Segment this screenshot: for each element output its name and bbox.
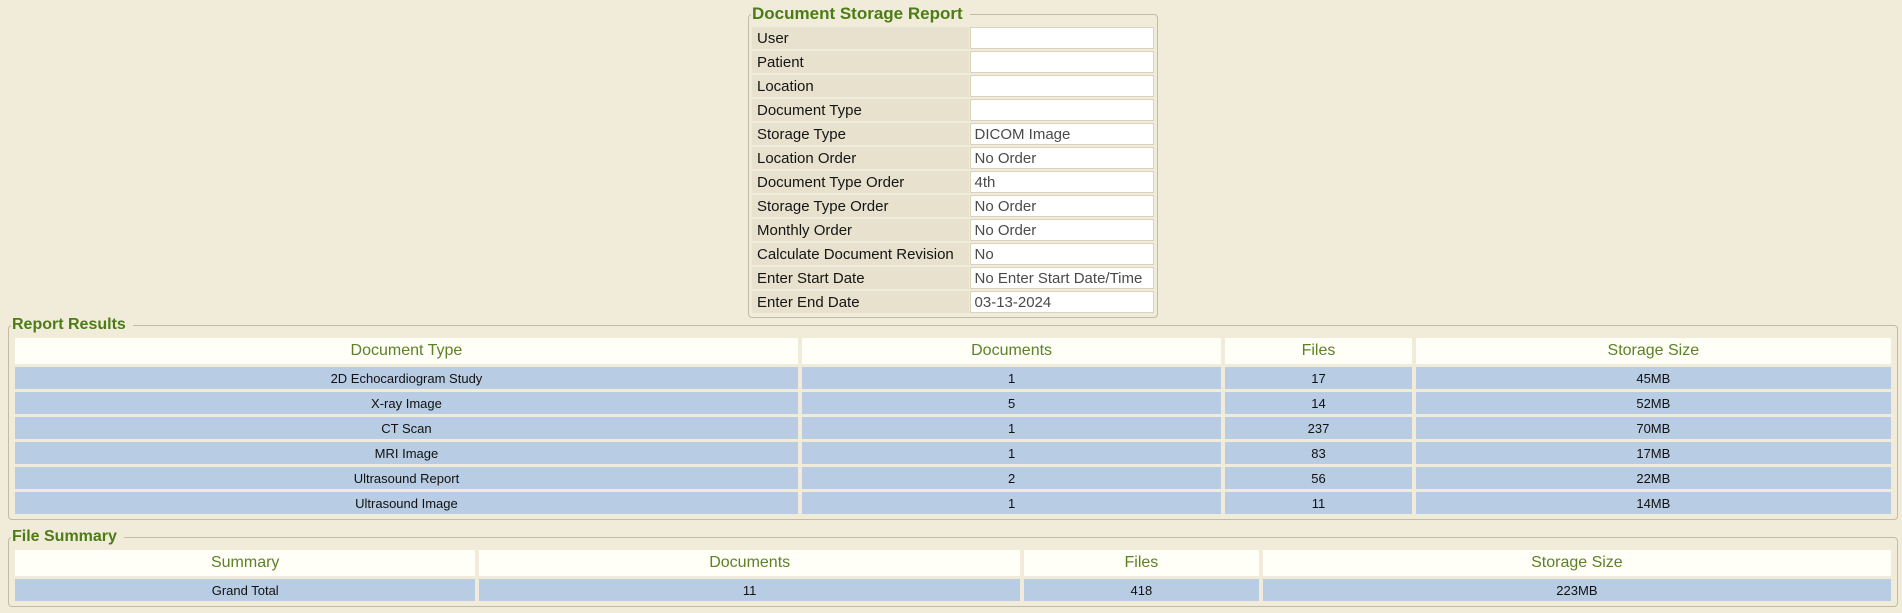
field-label-enter-end-date: Enter End Date: [752, 291, 969, 313]
file-summary-table: Summary Documents Files Storage Size Gra…: [11, 547, 1895, 604]
field-label-patient: Patient: [752, 51, 969, 73]
cell-files: 237: [1225, 417, 1411, 439]
field-label-storage-type: Storage Type: [752, 123, 969, 145]
document-storage-report-page: { "page": { "background_color": "#f1ebd9…: [0, 0, 1902, 613]
cell-summary: Grand Total: [15, 579, 475, 601]
field-value-document-type-order: 4th: [970, 171, 1154, 193]
report-results-title: Report Results: [11, 316, 133, 334]
form-field-row-storage-type-order: Storage Type Order No Order: [752, 195, 1154, 217]
summary-header-row: Summary Documents Files Storage Size: [15, 550, 1891, 576]
column-header-summary: Summary: [15, 550, 475, 576]
field-value-enter-start-date: No Enter Start Date/Time: [970, 267, 1154, 289]
field-value-storage-type-order: No Order: [970, 195, 1154, 217]
cell-files: 17: [1225, 367, 1411, 389]
form-field-row-document-type: Document Type: [752, 99, 1154, 121]
cell-storage-size: 14MB: [1416, 492, 1891, 514]
cell-document-type: 2D Echocardiogram Study: [15, 367, 798, 389]
field-value-location: [970, 75, 1154, 97]
form-field-row-storage-type: Storage Type DICOM Image: [752, 123, 1154, 145]
field-label-document-type-order: Document Type Order: [752, 171, 969, 193]
cell-documents: 1: [802, 367, 1221, 389]
results-header-row: Document Type Documents Files Storage Si…: [15, 338, 1891, 364]
cell-files: 56: [1225, 467, 1411, 489]
cell-document-type: CT Scan: [15, 417, 798, 439]
cell-files: 14: [1225, 392, 1411, 414]
column-header-documents: Documents: [802, 338, 1221, 364]
form-field-row-monthly-order: Monthly Order No Order: [752, 219, 1154, 241]
form-field-row-user: User: [752, 27, 1154, 49]
cell-storage-size: 45MB: [1416, 367, 1891, 389]
cell-documents: 1: [802, 442, 1221, 464]
cell-documents: 1: [802, 492, 1221, 514]
cell-files: 11: [1225, 492, 1411, 514]
cell-documents: 2: [802, 467, 1221, 489]
form-field-row-enter-start-date: Enter Start Date No Enter Start Date/Tim…: [752, 267, 1154, 289]
table-row: Ultrasound Report 2 56 22MB: [15, 467, 1891, 489]
field-label-calculate-document-revision: Calculate Document Revision: [752, 243, 969, 265]
field-label-monthly-order: Monthly Order: [752, 219, 969, 241]
cell-document-type: Ultrasound Image: [15, 492, 798, 514]
field-label-enter-start-date: Enter Start Date: [752, 267, 969, 289]
cell-documents: 1: [802, 417, 1221, 439]
grand-total-row: Grand Total 11 418 223MB: [15, 579, 1891, 601]
file-summary-fieldset: File Summary Summary Documents Files Sto…: [8, 528, 1898, 607]
field-value-storage-type: DICOM Image: [970, 123, 1154, 145]
field-value-user: [970, 27, 1154, 49]
form-field-row-location: Location: [752, 75, 1154, 97]
field-value-location-order: No Order: [970, 147, 1154, 169]
cell-storage-size: 22MB: [1416, 467, 1891, 489]
cell-documents: 11: [479, 579, 1020, 601]
cell-document-type: X-ray Image: [15, 392, 798, 414]
field-value-document-type: [970, 99, 1154, 121]
field-label-user: User: [752, 27, 969, 49]
column-header-storage-size: Storage Size: [1416, 338, 1891, 364]
file-summary-title: File Summary: [11, 528, 124, 546]
report-title: Document Storage Report: [751, 4, 970, 24]
column-header-document-type: Document Type: [15, 338, 798, 364]
report-parameters-fieldset: Document Storage Report User Patient Loc…: [748, 4, 1158, 318]
column-header-storage-size: Storage Size: [1263, 550, 1891, 576]
form-field-row-calculate-document-revision: Calculate Document Revision No: [752, 243, 1154, 265]
field-label-document-type: Document Type: [752, 99, 969, 121]
table-row: Ultrasound Image 1 11 14MB: [15, 492, 1891, 514]
table-row: 2D Echocardiogram Study 1 17 45MB: [15, 367, 1891, 389]
cell-storage-size: 52MB: [1416, 392, 1891, 414]
form-field-row-document-type-order: Document Type Order 4th: [752, 171, 1154, 193]
form-field-row-patient: Patient: [752, 51, 1154, 73]
cell-storage-size: 70MB: [1416, 417, 1891, 439]
form-field-row-enter-end-date: Enter End Date 03-13-2024: [752, 291, 1154, 313]
report-results-fieldset: Report Results Document Type Documents F…: [8, 316, 1898, 520]
cell-storage-size: 223MB: [1263, 579, 1891, 601]
column-header-files: Files: [1024, 550, 1259, 576]
column-header-documents: Documents: [479, 550, 1020, 576]
column-header-files: Files: [1225, 338, 1411, 364]
field-label-location-order: Location Order: [752, 147, 969, 169]
table-row: X-ray Image 5 14 52MB: [15, 392, 1891, 414]
field-value-calculate-document-revision: No: [970, 243, 1154, 265]
field-label-location: Location: [752, 75, 969, 97]
table-row: CT Scan 1 237 70MB: [15, 417, 1891, 439]
cell-document-type: MRI Image: [15, 442, 798, 464]
table-row: MRI Image 1 83 17MB: [15, 442, 1891, 464]
cell-document-type: Ultrasound Report: [15, 467, 798, 489]
cell-documents: 5: [802, 392, 1221, 414]
cell-files: 83: [1225, 442, 1411, 464]
field-label-storage-type-order: Storage Type Order: [752, 195, 969, 217]
field-value-patient: [970, 51, 1154, 73]
cell-storage-size: 17MB: [1416, 442, 1891, 464]
field-value-monthly-order: No Order: [970, 219, 1154, 241]
report-parameters-table: User Patient Location Document Type Stor…: [751, 25, 1155, 315]
cell-files: 418: [1024, 579, 1259, 601]
report-results-table: Document Type Documents Files Storage Si…: [11, 335, 1895, 517]
form-field-row-location-order: Location Order No Order: [752, 147, 1154, 169]
field-value-enter-end-date: 03-13-2024: [970, 291, 1154, 313]
